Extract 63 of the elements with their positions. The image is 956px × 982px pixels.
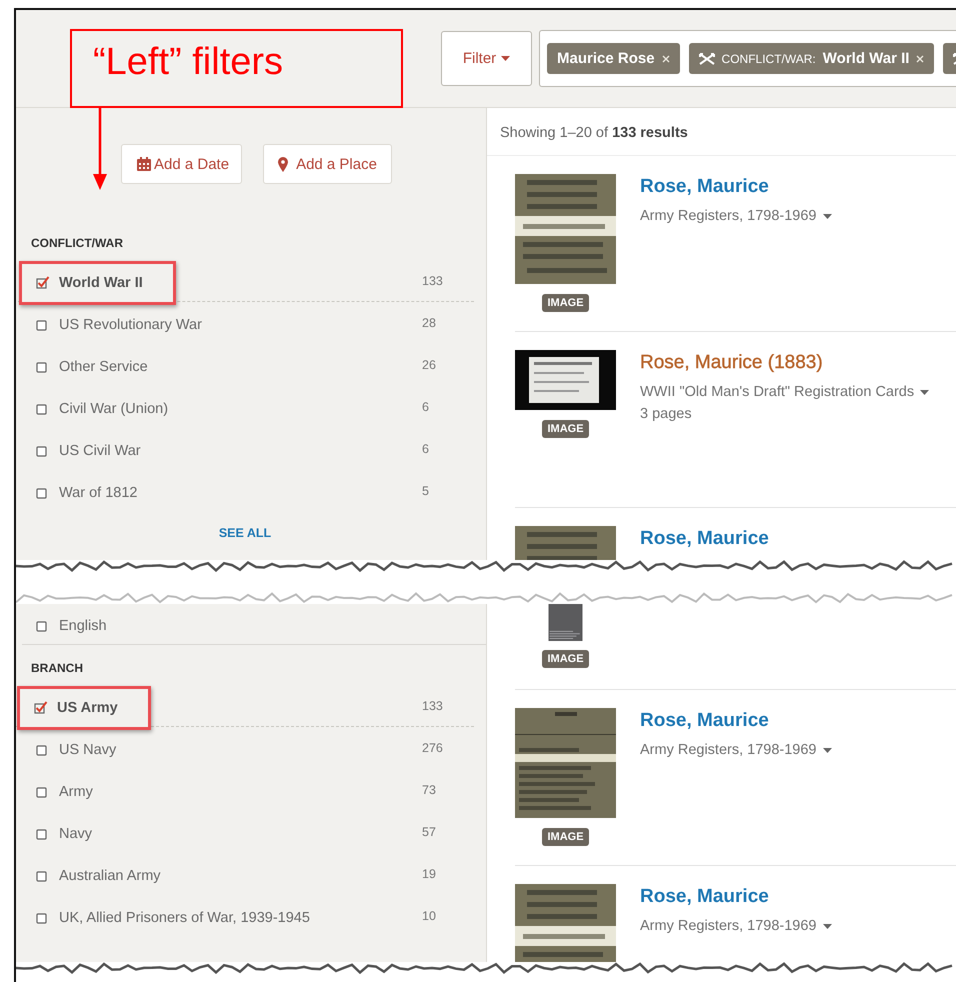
close-icon[interactable] <box>916 54 924 62</box>
annotation-callout: “Left” filters <box>70 29 403 108</box>
caret-icon <box>822 748 832 752</box>
image-badge: IMAGE <box>542 294 589 312</box>
result-count: 5 <box>422 484 430 498</box>
collection-dropdown[interactable]: Army Registers, 1798-1969 <box>640 742 832 758</box>
map-pin-icon <box>278 156 288 172</box>
crossed-swords-icon <box>698 52 715 64</box>
filter-option[interactable]: Civil War (Union) <box>59 401 168 417</box>
filter-button[interactable]: Filter <box>441 31 532 86</box>
filter-option[interactable]: US Navy <box>59 742 116 758</box>
result-count: 276 <box>422 741 444 755</box>
facet-heading: CONFLICT/WAR <box>30 236 124 250</box>
close-icon[interactable] <box>662 54 670 62</box>
result-title-link[interactable]: Rose, Maurice (1883) <box>640 352 930 374</box>
caret-icon <box>920 390 930 394</box>
results-summary: Showing 1–20 of 133 results <box>487 108 956 156</box>
result-count: 133 <box>422 274 444 288</box>
collection-dropdown[interactable]: WWII "Old Man's Draft" Registration Cards <box>640 384 930 400</box>
collection-dropdown[interactable]: Army Registers, 1798-1969 <box>640 208 832 224</box>
filter-option[interactable]: US Civil War <box>59 443 141 459</box>
result-title-link[interactable]: Rose, Maurice <box>640 886 832 908</box>
filter-option[interactable]: US Army <box>57 700 118 716</box>
result-count: 10 <box>422 909 437 923</box>
caret-icon <box>822 214 832 218</box>
caret-icon <box>501 56 510 61</box>
image-badge: IMAGE <box>542 828 589 846</box>
result-title-link[interactable]: Rose, Maurice <box>640 176 832 198</box>
filter-option[interactable]: Army <box>59 784 93 800</box>
result-count: 133 <box>422 698 444 712</box>
search-chip[interactable]: Maurice Rose <box>547 43 680 74</box>
result-title-link[interactable]: Rose, Maurice <box>640 528 769 550</box>
collection-dropdown[interactable]: Army Registers, 1798-1969 <box>640 918 832 934</box>
result-count: 73 <box>422 783 437 797</box>
arrow-icon <box>93 108 107 190</box>
page-count: 3 pages <box>640 406 693 422</box>
result-count: 26 <box>422 358 437 372</box>
filter-option[interactable]: Navy <box>59 826 92 842</box>
result-count: 6 <box>422 442 430 456</box>
add-date-button[interactable]: Add a Date <box>121 144 242 184</box>
filter-option[interactable]: World War II <box>59 274 143 290</box>
image-badge: IMAGE <box>542 420 589 438</box>
result-count: 57 <box>422 825 437 839</box>
facet-heading: BRANCH <box>30 661 84 675</box>
checkbox[interactable] <box>34 700 48 714</box>
checkbox[interactable] <box>36 276 50 290</box>
filter-option[interactable]: UK, Allied Prisoners of War, 1939-1945 <box>59 910 310 926</box>
result-count: 6 <box>422 400 430 414</box>
result-count: 19 <box>422 867 437 881</box>
filter-option[interactable]: Other Service <box>59 359 148 375</box>
calendar-icon <box>137 157 151 171</box>
filter-option[interactable]: Australian Army <box>59 868 161 884</box>
caret-icon <box>822 924 832 928</box>
filter-option[interactable]: War of 1812 <box>59 485 138 501</box>
filter-option[interactable]: English <box>59 618 107 634</box>
result-title-link[interactable]: Rose, Maurice <box>640 710 832 732</box>
result-count: 28 <box>422 316 437 330</box>
image-badge: IMAGE <box>542 650 589 668</box>
search-chips-field[interactable]: Maurice Rose CONFLICT/WAR: World War II <box>539 30 956 87</box>
filter-chip[interactable]: CONFLICT/WAR: World War II <box>688 43 934 74</box>
filter-option[interactable]: US Revolutionary War <box>59 317 202 333</box>
see-all-link[interactable]: SEE ALL <box>214 524 276 542</box>
add-place-button[interactable]: Add a Place <box>263 144 392 184</box>
